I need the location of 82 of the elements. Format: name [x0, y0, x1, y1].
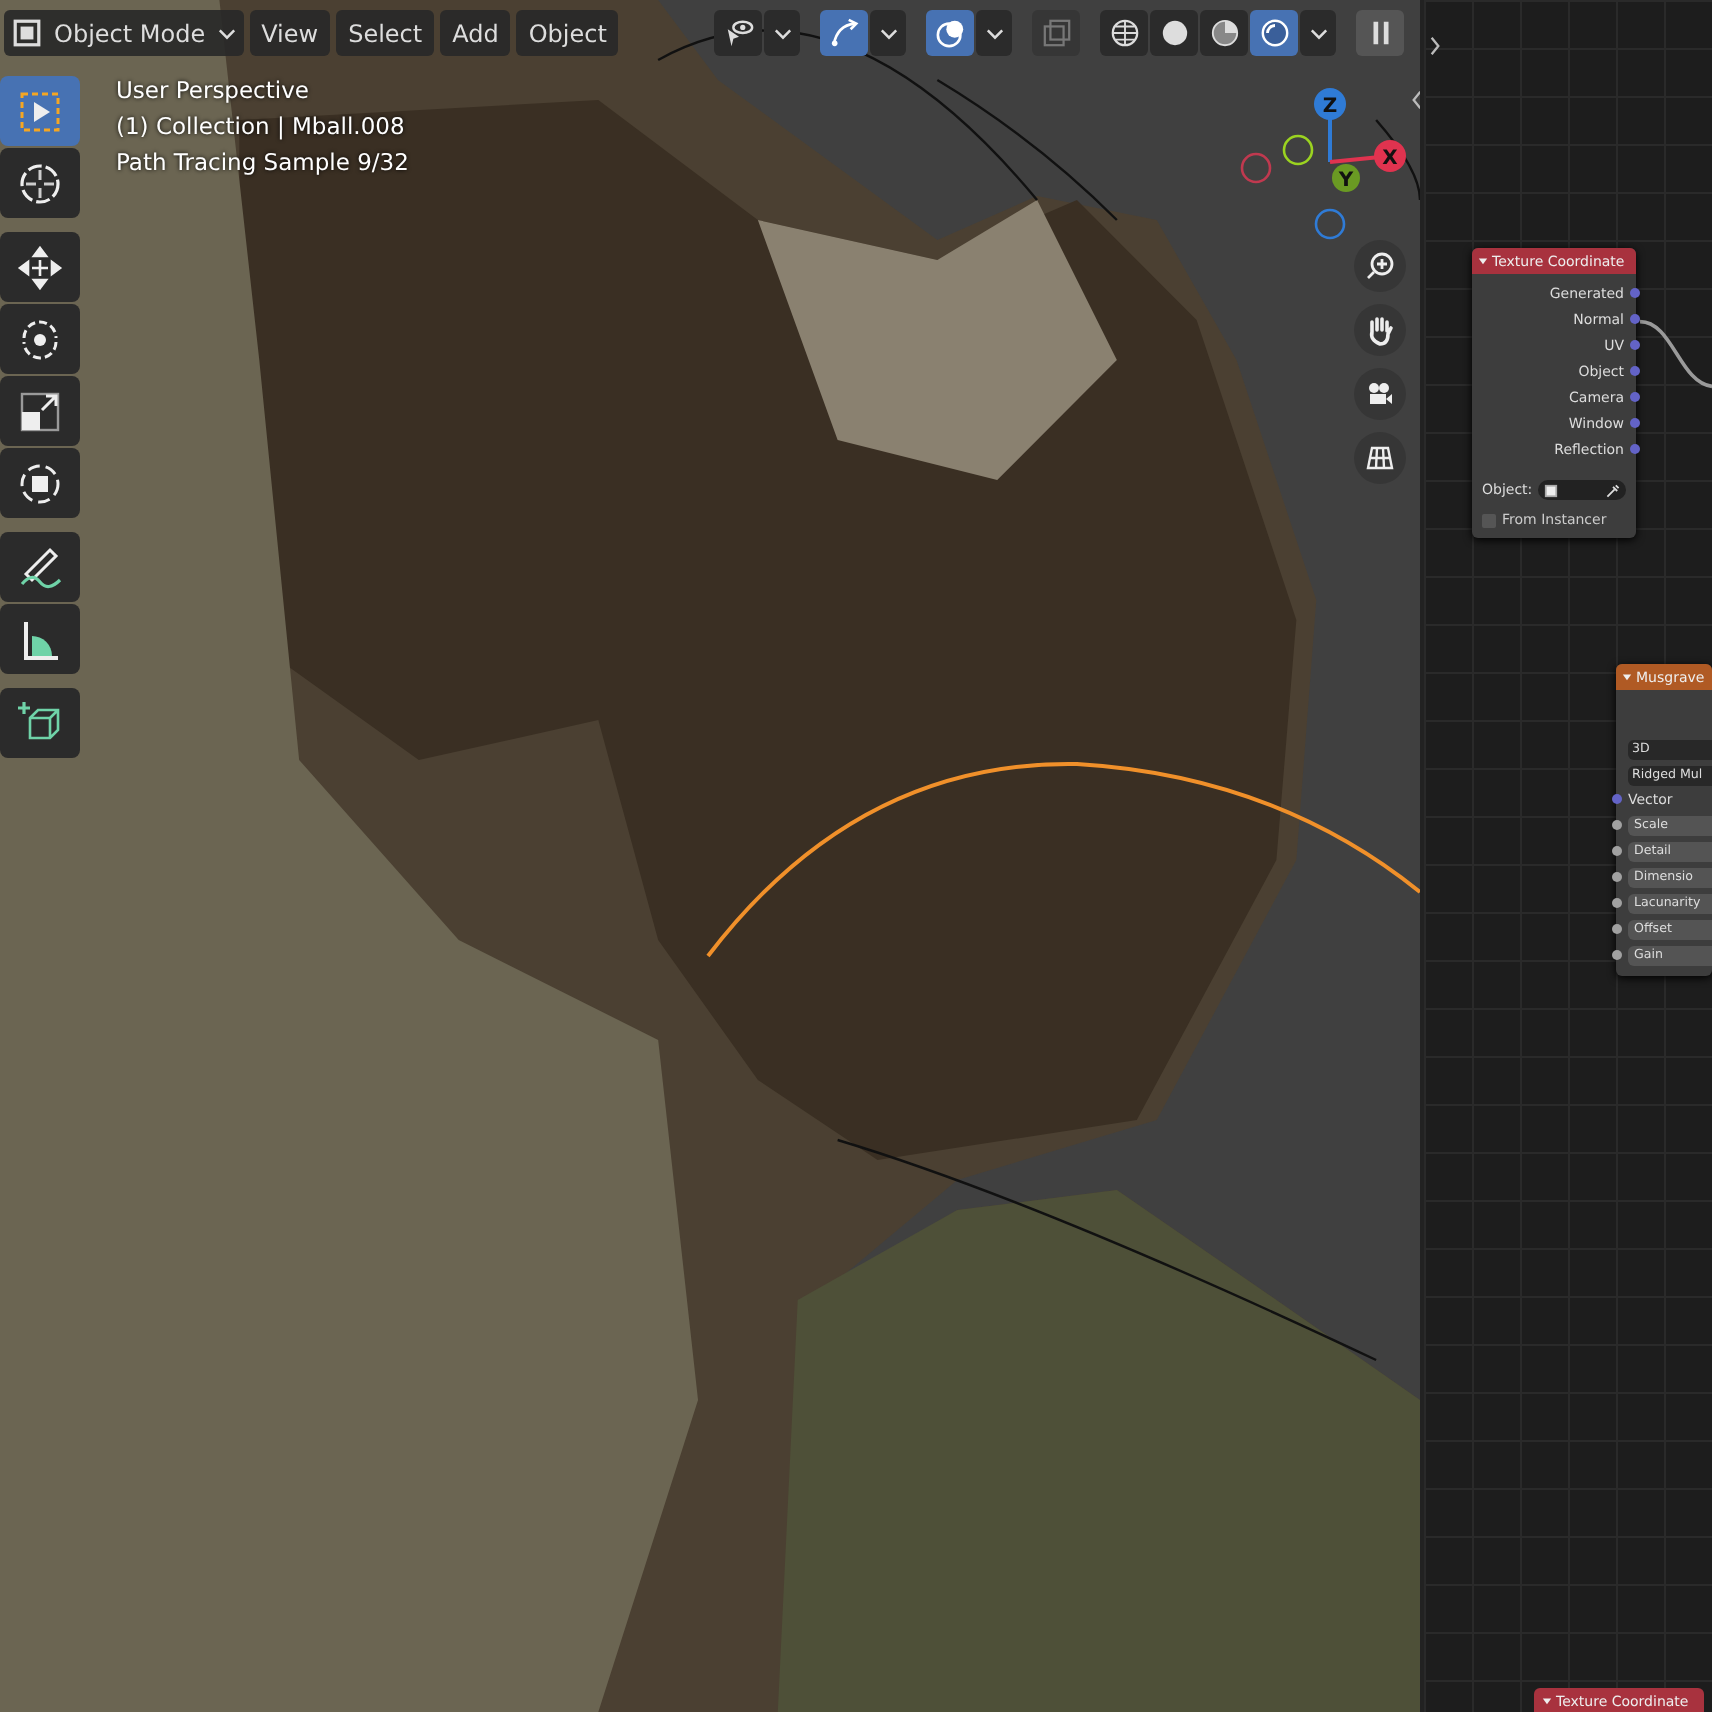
- add-cube-tool[interactable]: [0, 688, 80, 758]
- socket-dot[interactable]: [1612, 924, 1622, 934]
- transform-tool[interactable]: [0, 448, 80, 518]
- socket-dot[interactable]: [1630, 392, 1640, 402]
- measure-tool[interactable]: [0, 604, 80, 674]
- wireframe-sphere-icon: [1109, 18, 1139, 48]
- scale-tool[interactable]: [0, 376, 80, 446]
- collapse-caret-icon[interactable]: [1622, 672, 1632, 682]
- socket-dot[interactable]: [1630, 418, 1640, 428]
- viewport-info-text: User Perspective: [116, 76, 311, 106]
- solid-sphere-icon: [1159, 18, 1189, 48]
- material-sphere-icon: [1209, 18, 1239, 48]
- cursor-tool[interactable]: [0, 148, 80, 218]
- socket-dot[interactable]: [1630, 340, 1640, 350]
- wireframe-shading-button[interactable]: [1100, 10, 1148, 56]
- material-shading-button[interactable]: [1200, 10, 1248, 56]
- collapse-caret-icon[interactable]: [1542, 1696, 1552, 1706]
- overlapping-circles-icon: [935, 18, 965, 48]
- menu-item[interactable]: Add: [440, 10, 511, 56]
- socket-dot[interactable]: [1630, 288, 1640, 298]
- overlay-toggle[interactable]: [926, 10, 974, 56]
- scale-icon: [16, 387, 64, 435]
- zoom-button[interactable]: [1354, 240, 1406, 292]
- object-mode-icon: [12, 18, 42, 48]
- crosshair-icon: [16, 159, 64, 207]
- select-box-icon: [16, 87, 64, 135]
- menu-item[interactable]: View: [249, 10, 331, 56]
- camera-view-button[interactable]: [1354, 368, 1406, 420]
- zoom-in-icon: [1364, 250, 1396, 282]
- hand-icon: [1364, 314, 1396, 346]
- socket-dot[interactable]: [1612, 820, 1622, 830]
- xray-toggle[interactable]: [1032, 10, 1080, 56]
- pan-button[interactable]: [1354, 304, 1406, 356]
- caret-icon: [985, 27, 1003, 39]
- node-link: [1640, 314, 1712, 394]
- solid-shading-button[interactable]: [1150, 10, 1198, 56]
- object-picker-field[interactable]: [1538, 480, 1626, 500]
- rendered-shading-button[interactable]: [1250, 10, 1298, 56]
- select-tool[interactable]: [0, 76, 80, 146]
- pause-button[interactable]: [1356, 10, 1404, 56]
- eye-toggle[interactable]: [714, 10, 762, 56]
- rendered-sphere-icon: [1259, 18, 1289, 48]
- menu-item[interactable]: Select: [336, 10, 435, 56]
- mode-dropdown[interactable]: Object Mode: [4, 10, 244, 56]
- pencil-icon: [16, 543, 64, 591]
- caret-icon: [773, 27, 791, 39]
- axis-gizmo[interactable]: Z X Y: [1240, 76, 1420, 256]
- curved-arrow-icon: [829, 18, 859, 48]
- caret-icon: [1309, 27, 1327, 39]
- socket-dot[interactable]: [1612, 794, 1622, 804]
- gizmo-toggle[interactable]: [820, 10, 868, 56]
- viewport-3d[interactable]: Object Mode View Select Add Object User Perspective (1) Collection | Mball.008 Path Tracing Sample 9/32 Z X Y: [0, 0, 1424, 1712]
- movie-camera-icon: [1364, 378, 1396, 410]
- socket-dot[interactable]: [1630, 444, 1640, 454]
- viewport-info-text: (1) Collection | Mball.008: [116, 112, 407, 142]
- move-arrows-icon: [16, 243, 64, 291]
- grid-icon: [1364, 442, 1396, 474]
- eyedropper-icon[interactable]: [1606, 483, 1620, 497]
- socket-dot[interactable]: [1612, 846, 1622, 856]
- menu-item[interactable]: Object: [516, 10, 619, 56]
- caret-icon: [879, 27, 897, 39]
- rotate-tool[interactable]: [0, 304, 80, 374]
- caret-dropdown[interactable]: [1300, 10, 1336, 56]
- caret-dropdown[interactable]: [976, 10, 1012, 56]
- socket-dot[interactable]: [1612, 898, 1622, 908]
- socket-dot[interactable]: [1630, 314, 1640, 324]
- overlapping-squares-icon: [1041, 18, 1071, 48]
- transform-icon: [16, 459, 64, 507]
- socket-dot[interactable]: [1630, 366, 1640, 376]
- collapse-caret-icon[interactable]: [1478, 256, 1488, 266]
- caret-icon: [217, 27, 236, 39]
- caret-dropdown[interactable]: [764, 10, 800, 56]
- annotate-tool[interactable]: [0, 532, 80, 602]
- object-square-icon: [1544, 483, 1559, 497]
- caret-dropdown[interactable]: [870, 10, 906, 56]
- checkbox[interactable]: [1482, 513, 1496, 527]
- socket-dot[interactable]: [1612, 872, 1622, 882]
- socket-dot[interactable]: [1612, 950, 1622, 960]
- projection-button[interactable]: [1354, 432, 1406, 484]
- eye-cursor-icon: [723, 18, 753, 48]
- move-tool[interactable]: [0, 232, 80, 302]
- viewport-info-text: Path Tracing Sample 9/32: [116, 148, 409, 178]
